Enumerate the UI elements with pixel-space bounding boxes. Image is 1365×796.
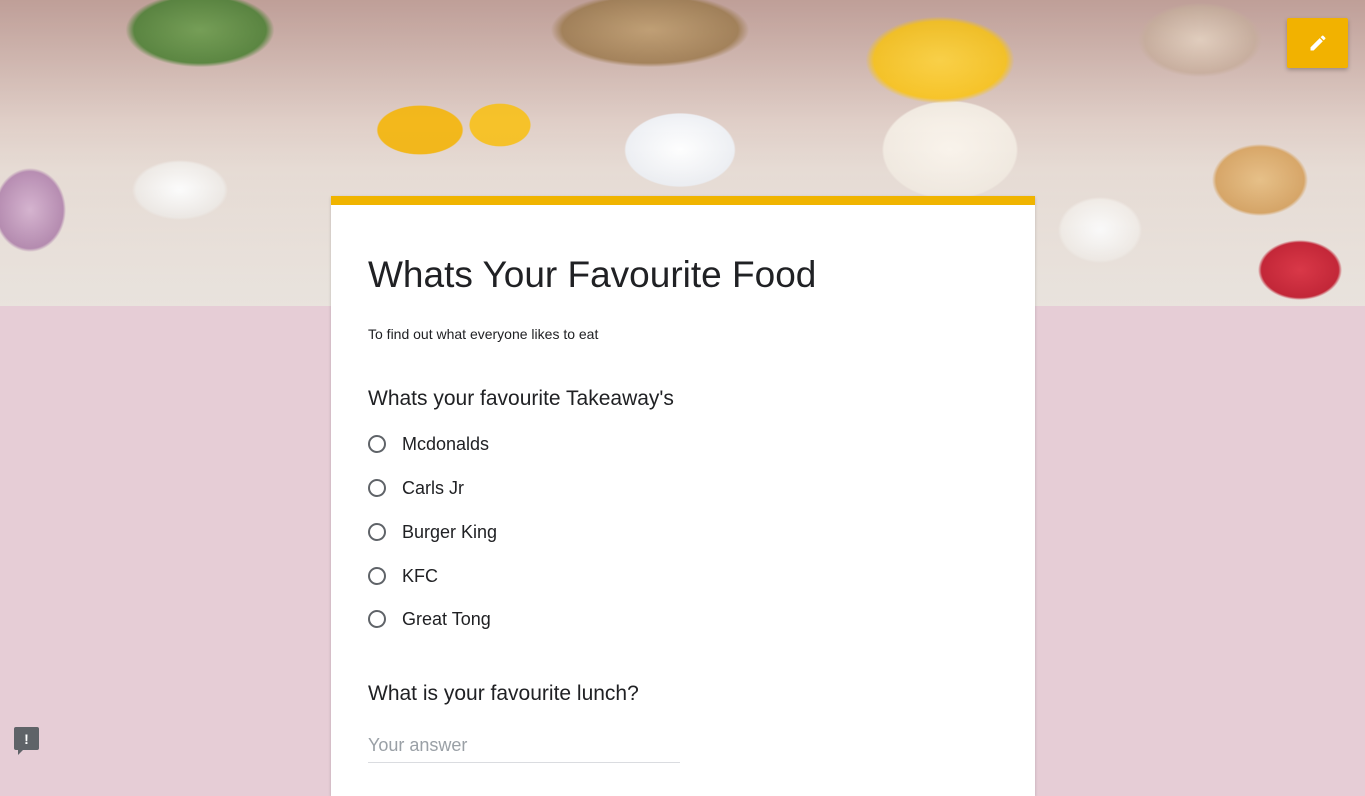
radio-option-great-tong[interactable]: Great Tong: [368, 605, 491, 633]
radio-option-mcdonalds[interactable]: Mcdonalds: [368, 430, 489, 458]
report-issue-icon: !: [24, 730, 29, 747]
radio-option-burger-king[interactable]: Burger King: [368, 518, 497, 546]
radio-option-label: Burger King: [402, 521, 498, 542]
radio-button[interactable]: [368, 435, 386, 453]
radio-button[interactable]: [368, 610, 386, 628]
lunch-answer-input[interactable]: [368, 728, 680, 763]
radio-button[interactable]: [368, 523, 386, 541]
radio-option-label: Great Tong: [402, 608, 491, 629]
form-description: To find out what everyone likes to eat: [368, 326, 599, 342]
form-card: Whats Your Favourite Food To find out wh…: [331, 196, 1035, 796]
edit-button[interactable]: [1287, 18, 1348, 68]
question-title-lunch: What is your favourite lunch?: [368, 682, 639, 705]
radio-option-kfc[interactable]: KFC: [368, 562, 438, 590]
pencil-icon: [1308, 33, 1328, 53]
report-issue-button[interactable]: !: [14, 727, 39, 755]
radio-option-carls-jr[interactable]: Carls Jr: [368, 474, 464, 502]
radio-option-label: Carls Jr: [402, 477, 464, 498]
form-title: Whats Your Favourite Food: [368, 254, 817, 295]
radio-button[interactable]: [368, 567, 386, 585]
radio-button[interactable]: [368, 479, 386, 497]
radio-option-label: KFC: [402, 565, 438, 586]
question-title-takeaway: Whats your favourite Takeaway's: [368, 387, 674, 410]
radio-option-label: Mcdonalds: [402, 433, 490, 454]
